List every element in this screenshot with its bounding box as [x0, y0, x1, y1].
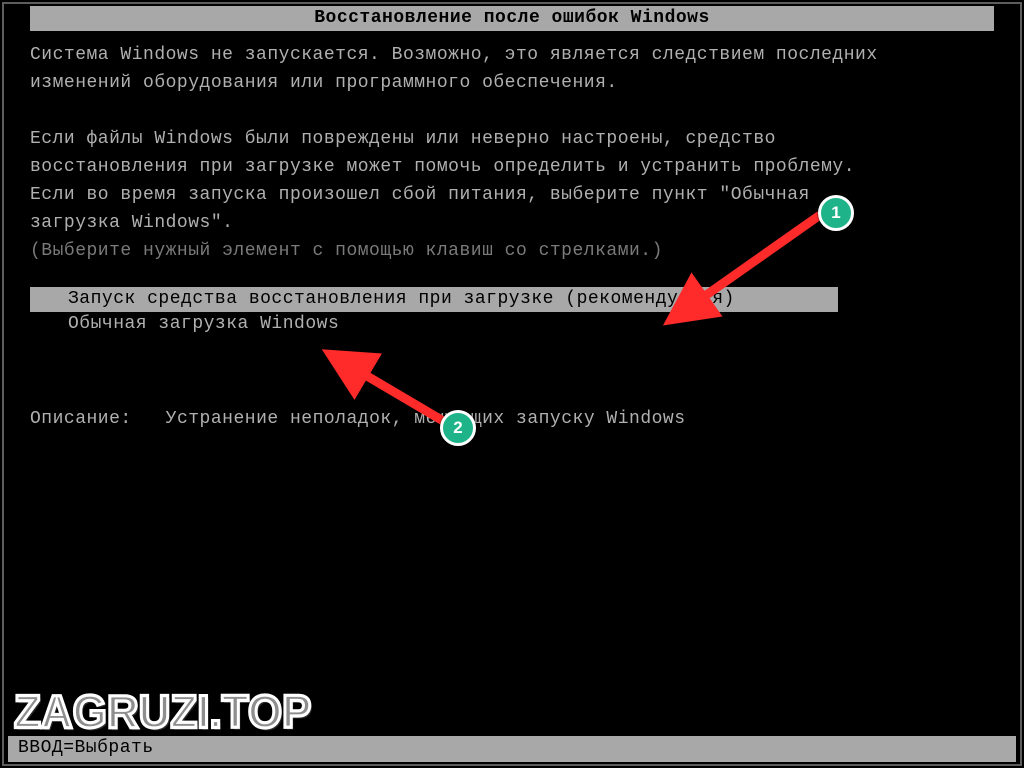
message-line: Система Windows не запускается. Возможно…: [30, 41, 994, 69]
description-label: Описание:: [30, 409, 132, 429]
message-body: Система Windows не запускается. Возможно…: [6, 41, 1018, 265]
blank-line: [30, 97, 994, 125]
menu-item-label: Запуск средства восстановления при загру…: [68, 289, 735, 309]
annotation-badge-2: 2: [440, 410, 476, 446]
watermark: ZAGRUZI.TOP: [14, 687, 311, 740]
description-value: Устранение неполадок, мешающих запуску W…: [166, 409, 686, 429]
badge-number: 1: [831, 203, 840, 222]
description-line: Описание: Устранение неполадок, мешающих…: [6, 409, 1018, 429]
title-bar: Восстановление после ошибок Windows: [30, 6, 994, 31]
boot-error-recovery-screen: Восстановление после ошибок Windows Сист…: [0, 0, 1024, 768]
footer-bar: ВВОД=Выбрать: [8, 736, 1016, 762]
navigation-hint: (Выберите нужный элемент с помощью клави…: [30, 237, 994, 265]
message-line: изменений оборудования или программного …: [30, 69, 994, 97]
boot-options-menu: Запуск средства восстановления при загру…: [30, 287, 994, 337]
menu-item-normal-boot[interactable]: Обычная загрузка Windows: [30, 312, 994, 337]
menu-item-startup-repair[interactable]: Запуск средства восстановления при загру…: [30, 287, 838, 312]
menu-item-label: Обычная загрузка Windows: [68, 314, 339, 334]
footer-hint: ВВОД=Выбрать: [18, 738, 154, 758]
message-line: Если файлы Windows были повреждены или н…: [30, 125, 994, 153]
title-text: Восстановление после ошибок Windows: [314, 8, 710, 28]
message-line: восстановления при загрузке может помочь…: [30, 153, 994, 181]
badge-number: 2: [453, 418, 462, 437]
annotation-badge-1: 1: [818, 195, 854, 231]
